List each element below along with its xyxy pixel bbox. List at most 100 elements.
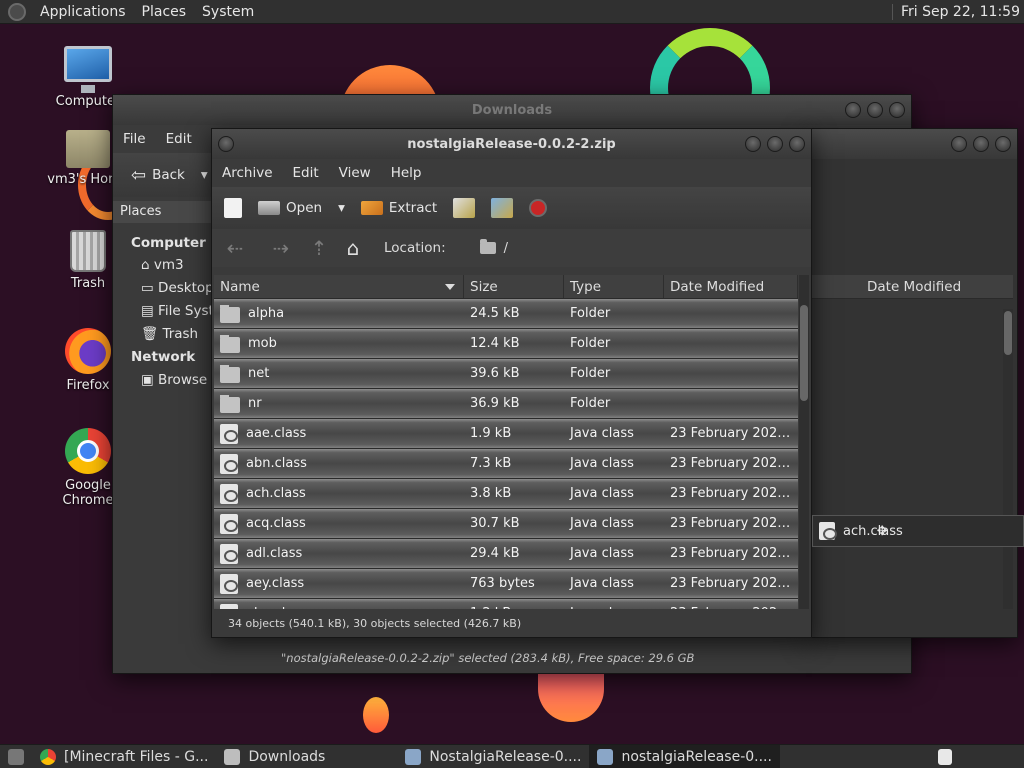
minimize-button[interactable] [845, 102, 861, 118]
close-button[interactable] [995, 136, 1011, 152]
stop-button[interactable] [521, 187, 555, 229]
window-menu-button[interactable] [218, 136, 234, 152]
cell-size: 36.9 kB [470, 396, 520, 411]
archive-titlebar[interactable]: nostalgiaRelease-0.0.2-2.zip [212, 129, 811, 159]
open-button[interactable]: Open ▾ [250, 187, 353, 229]
places-dropdown[interactable]: Places [113, 201, 213, 223]
new-archive-button[interactable] [216, 187, 250, 229]
back-arrow-icon[interactable]: ⇠ [220, 236, 250, 260]
table-row[interactable]: aae.class 1.9 kB Java class 23 February 202… [214, 419, 798, 449]
cell-type: Java class [570, 486, 634, 501]
location-path[interactable]: / [479, 239, 508, 256]
computer-icon [64, 46, 112, 93]
menu-places[interactable]: Places [134, 4, 195, 20]
scrollbar[interactable] [799, 275, 809, 611]
show-desktop-icon [8, 748, 24, 765]
cell-size: 24.5 kB [470, 306, 520, 321]
column-header-type[interactable]: Type [564, 275, 664, 298]
table-row[interactable]: alpha 24.5 kB Folder [214, 299, 798, 329]
menu-applications[interactable]: Applications [32, 4, 134, 20]
scroll-thumb[interactable] [800, 305, 808, 401]
drive-icon: ▤ [141, 303, 159, 319]
cell-date-modified: 23 February 2020, ... [670, 516, 798, 531]
home-icon[interactable]: ⌂ [338, 236, 368, 260]
archive-menubar: Archive Edit View Help [212, 159, 811, 187]
up-arrow-icon[interactable]: ⇡ [304, 236, 334, 260]
column-header-date-modified[interactable]: Date Modified [807, 275, 1013, 299]
maximize-button[interactable] [867, 102, 883, 118]
close-button[interactable] [789, 136, 805, 152]
table-row[interactable]: net 39.6 kB Folder [214, 359, 798, 389]
scrollbar[interactable] [1003, 309, 1013, 609]
cell-size: 763 bytes [470, 576, 535, 591]
new-document-icon [224, 198, 242, 218]
sidebar-item-trash[interactable]: 🗑 Trash [141, 326, 198, 342]
cell-size: 7.3 kB [470, 456, 512, 471]
table-row[interactable]: acq.class 30.7 kB Java class 23 February 20… [214, 509, 798, 539]
downloads-titlebar[interactable]: Downloads [113, 95, 911, 125]
cell-size: 29.4 kB [470, 546, 520, 561]
workspace-icon [938, 748, 952, 765]
bottom-panel: [Minecraft Files - G... Downloads Nostal… [0, 744, 1024, 768]
top-panel: Applications Places System Fri Sep 22, 1… [0, 0, 1024, 24]
workspace-switcher[interactable] [930, 745, 960, 768]
back-arrow-icon: ⇦ [131, 164, 147, 186]
cell-type: Java class [570, 546, 634, 561]
column-header-date-modified[interactable]: Date Modified [664, 275, 798, 298]
menu-edit[interactable]: Edit [156, 131, 202, 147]
menu-help[interactable]: Help [381, 165, 432, 181]
table-row[interactable]: abn.class 7.3 kB Java class 23 February 202… [214, 449, 798, 479]
close-button[interactable] [889, 102, 905, 118]
cell-type: Folder [570, 306, 611, 321]
taskbar-item-archive-1[interactable]: NostalgiaRelease-0.... [397, 745, 589, 768]
menu-system[interactable]: System [194, 4, 262, 20]
minimize-button[interactable] [745, 136, 761, 152]
extract-button[interactable]: Extract [353, 187, 445, 229]
chevron-down-icon[interactable]: ▾ [201, 167, 208, 183]
file-table: Name Size Type Date Modified alpha 24.5 k… [214, 275, 798, 611]
taskbar-item-minecraft[interactable]: [Minecraft Files - G... [32, 745, 216, 768]
chevron-down-icon[interactable]: ▾ [338, 200, 345, 216]
table-row[interactable]: nr 36.9 kB Folder [214, 389, 798, 419]
drive-open-icon [258, 201, 280, 215]
java-file-icon [220, 453, 238, 474]
trash-small-icon: 🗑 [141, 326, 163, 342]
menu-view[interactable]: View [329, 165, 381, 181]
taskbar-item-downloads[interactable]: Downloads [216, 745, 333, 768]
scroll-thumb[interactable] [1004, 311, 1012, 355]
archive-window[interactable]: nostalgiaRelease-0.0.2-2.zip Archive Edi… [211, 128, 812, 638]
maximize-button[interactable] [767, 136, 783, 152]
distro-logo-icon[interactable] [8, 2, 26, 21]
column-header-size[interactable]: Size [464, 275, 564, 298]
folder-icon [220, 304, 240, 323]
show-desktop-button[interactable] [0, 745, 32, 768]
forward-arrow-icon[interactable]: ⇢ [266, 236, 296, 260]
clock[interactable]: Fri Sep 22, 11:59 [891, 4, 1020, 20]
sidebar-item-vm3[interactable]: ⌂ vm3 [141, 257, 184, 273]
menu-edit[interactable]: Edit [283, 165, 329, 181]
table-row[interactable]: mob 12.4 kB Folder [214, 329, 798, 359]
minimize-button[interactable] [951, 136, 967, 152]
sidebar-item-desktop[interactable]: ▭ Desktop [141, 280, 214, 296]
column-header-name[interactable]: Name [214, 275, 464, 298]
menu-file[interactable]: File [113, 131, 156, 147]
table-header: Name Size Type Date Modified [214, 275, 798, 299]
downloads-statusbar: "nostalgiaRelease-0.0.2-2.zip" selected … [263, 643, 911, 673]
cell-name: alpha [214, 304, 464, 323]
taskbar-item-archive-2[interactable]: nostalgiaRelease-0.... [589, 744, 780, 768]
sidebar-heading-network: Network [131, 349, 196, 365]
table-row[interactable]: adl.class 29.4 kB Java class 23 February 20… [214, 539, 798, 569]
add-folder-button[interactable] [483, 187, 521, 229]
menu-archive[interactable]: Archive [212, 165, 283, 181]
right-window[interactable]: Date Modified [806, 128, 1018, 638]
right-titlebar[interactable] [807, 129, 1017, 159]
archive-statusbar: 34 objects (540.1 kB), 30 objects select… [212, 609, 811, 637]
cell-name: acq.class [214, 513, 464, 534]
back-button[interactable]: ⇦ Back ▾ [123, 153, 216, 197]
maximize-button[interactable] [973, 136, 989, 152]
cell-type: Folder [570, 396, 611, 411]
wallpaper-shape-bottom [538, 672, 604, 722]
add-files-button[interactable] [445, 187, 483, 229]
table-row[interactable]: ach.class 3.8 kB Java class 23 February 202… [214, 479, 798, 509]
table-row[interactable]: aey.class 763 bytes Java class 23 February … [214, 569, 798, 599]
